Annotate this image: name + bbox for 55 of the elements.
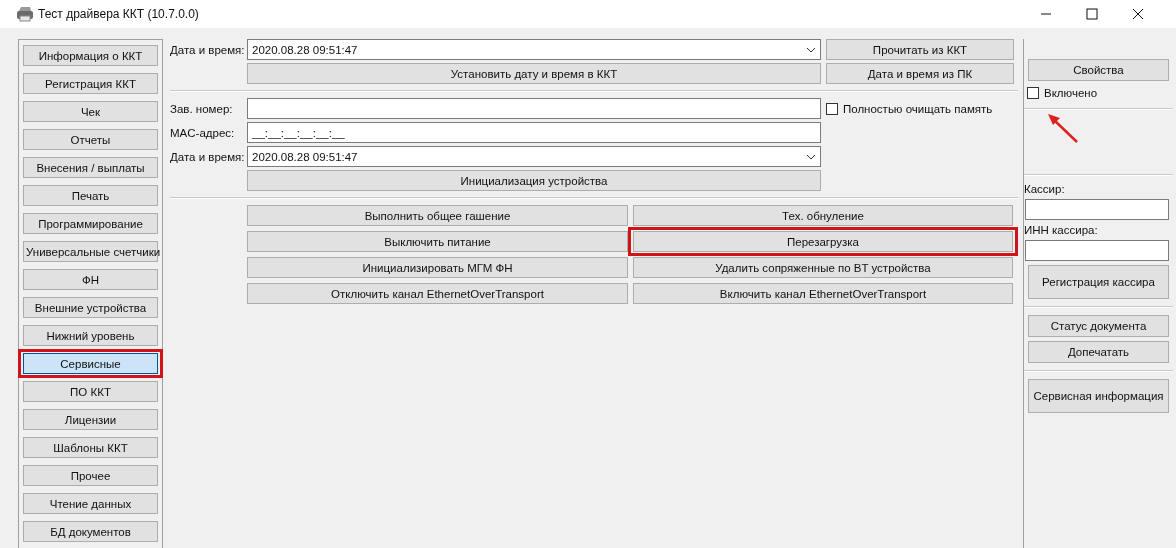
nav-button[interactable]: Отчеты xyxy=(23,129,158,150)
nav-button[interactable]: ПО ККТ xyxy=(23,381,158,402)
datetime-dropdown[interactable]: 2020.08.28 09:51:47 xyxy=(247,146,821,167)
init-device-button[interactable]: Инициализация устройства xyxy=(247,170,821,191)
properties-button[interactable]: Свойства xyxy=(1028,59,1169,81)
nav-button[interactable]: Внесения / выплаты xyxy=(23,157,158,178)
field-label: Дата и время: xyxy=(170,149,242,165)
cashier-inn-field[interactable] xyxy=(1025,240,1169,261)
nav-button[interactable]: Внешние устройства xyxy=(23,297,158,318)
action-button[interactable]: Инициализировать МГМ ФН xyxy=(247,257,628,278)
action-button[interactable]: Перезагрузка xyxy=(633,231,1013,252)
datetime-dropdown[interactable]: 2020.08.28 09:51:47 xyxy=(247,39,821,60)
action-button[interactable]: Выключить питание xyxy=(247,231,628,252)
window-title: Тест драйвера ККТ (10.7.0.0) xyxy=(38,7,199,21)
nav-button[interactable]: Лицензии xyxy=(23,409,158,430)
read-button[interactable]: Прочитать из ККТ xyxy=(826,39,1014,60)
nav-button[interactable]: Прочее xyxy=(23,465,158,486)
cashier-field[interactable] xyxy=(1025,199,1169,220)
maximize-icon[interactable] xyxy=(1086,8,1098,20)
field-label: Зав. номер: xyxy=(170,101,234,117)
action-button[interactable]: Тех. обнуление xyxy=(633,205,1013,226)
field-label: ИНН кассира: xyxy=(1024,224,1099,236)
nav-button[interactable]: Чтение данных xyxy=(23,493,158,514)
field-label: Дата и время: xyxy=(170,42,242,58)
chevron-icon xyxy=(806,46,816,53)
action-button[interactable]: Выполнить общее гашение xyxy=(247,205,628,226)
field-label: Кассир: xyxy=(1024,183,1066,195)
action-button[interactable]: Включить канал EthernetOverTransport xyxy=(633,283,1013,304)
document-status-button[interactable]: Статус документа xyxy=(1028,315,1169,337)
mac-field[interactable]: __:__:__:__:__:__ xyxy=(247,122,821,143)
action-button[interactable]: Отключить канал EthernetOverTransport xyxy=(247,283,628,304)
chevron-icon xyxy=(806,153,816,160)
nav-button[interactable]: Печать xyxy=(23,185,158,206)
close-icon[interactable] xyxy=(1132,8,1144,20)
printer-icon xyxy=(16,6,34,22)
nav-button[interactable]: Информация о ККТ xyxy=(23,45,158,66)
field-label: MAC-адрес: xyxy=(170,125,236,141)
service-info-button[interactable]: Сервисная информация xyxy=(1028,379,1169,413)
nav-button[interactable]: БД документов xyxy=(23,521,158,542)
nav-button[interactable]: Нижний уровень xyxy=(23,325,158,346)
action-button[interactable]: Удалить сопряженные по BT устройства xyxy=(633,257,1013,278)
nav-button[interactable]: Регистрация ККТ xyxy=(23,73,158,94)
enabled-checkbox[interactable]: Включено xyxy=(1027,85,1169,101)
pc-datetime-button[interactable]: Дата и время из ПК xyxy=(826,63,1014,84)
nav-button[interactable]: Сервисные xyxy=(23,353,158,374)
nav-button[interactable]: Программирование xyxy=(23,213,158,234)
reprint-button[interactable]: Допечатать xyxy=(1028,341,1169,363)
nav-button[interactable]: Шаблоны ККТ xyxy=(23,437,158,458)
serial-field[interactable] xyxy=(247,98,821,119)
nav-button[interactable]: Чек xyxy=(23,101,158,122)
register-cashier-button[interactable]: Регистрация кассира xyxy=(1028,265,1169,299)
nav-button[interactable]: Универсальные счетчики xyxy=(23,241,158,262)
clear-memory-checkbox[interactable]: Полностью очищать память xyxy=(826,98,1014,119)
set-datetime-button[interactable]: Установить дату и время в ККТ xyxy=(247,63,821,84)
nav-button[interactable]: ФН xyxy=(23,269,158,290)
